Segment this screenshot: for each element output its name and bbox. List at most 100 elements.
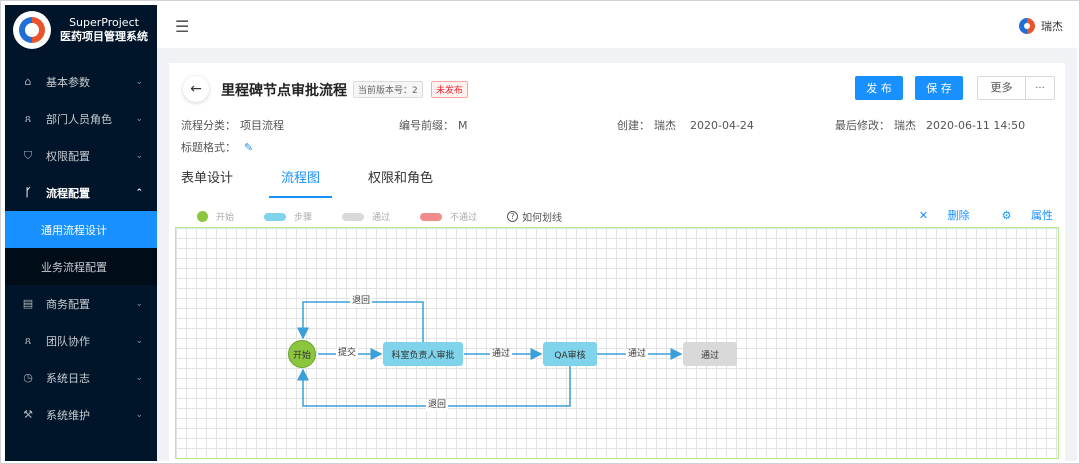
sidebar-item-permissions[interactable]: ⛉ 权限配置 ⌄	[5, 137, 157, 174]
edge-label-pass-2: 通过	[626, 349, 649, 360]
question-icon: ?	[507, 211, 519, 222]
sidebar-item-label: 系统维护	[46, 408, 90, 422]
meta-prefix: 编号前缀： M	[399, 117, 468, 133]
title-format: 标题格式： ✎	[181, 139, 253, 155]
legend-step-label: 步骤	[294, 213, 313, 223]
app-logo-icon	[13, 11, 51, 49]
gear-icon: ⚙	[1001, 209, 1012, 222]
home-icon: ⌂	[24, 75, 32, 88]
editor-tools: ✕ 删除 ⚙ 属性	[887, 207, 1053, 223]
meta-modified-by: 瑞杰	[894, 119, 916, 132]
tab-permissions-roles[interactable]: 权限和角色	[368, 167, 433, 195]
sidebar-menu: ⌂ 基本参数 ⌄ ጸ 部门人员角色 ⌄ ⛉ 权限配置 ⌄ ᚴ 流程配置 ⌃ 通用…	[5, 63, 157, 433]
meta-category-label: 流程分类：	[181, 119, 236, 132]
how-to-draw-link[interactable]: ? 如何划线	[507, 209, 562, 224]
version-badge: 当前版本号：2	[353, 81, 423, 98]
save-button[interactable]: 保 存	[915, 76, 963, 100]
meta-category-value: 项目流程	[240, 119, 284, 132]
sidebar-item-team[interactable]: ጸ 团队协作 ⌄	[5, 322, 157, 359]
sidebar: SuperProject 医药项目管理系统 ⌂ 基本参数 ⌄ ጸ 部门人员角色 …	[5, 5, 157, 461]
tab-flowchart[interactable]: 流程图	[269, 167, 333, 198]
chevron-down-icon: ⌄	[135, 298, 143, 309]
start-swatch	[197, 211, 208, 222]
arrow-left-icon: ←	[190, 81, 202, 97]
meta-prefix-value: M	[458, 119, 468, 132]
legend-start-label: 开始	[216, 213, 235, 223]
flow-node-start[interactable]: 开始	[288, 340, 316, 368]
tab-form-design[interactable]: 表单设计	[181, 167, 233, 195]
meta-modified-label: 最后修改：	[835, 119, 890, 132]
back-button[interactable]: ←	[183, 76, 209, 102]
user-menu[interactable]: 瑞杰	[1019, 18, 1063, 34]
main-content: ← 里程碑节点审批流程 当前版本号：2 未发布 发 布 保 存 更多 ··· 流…	[157, 49, 1077, 461]
menu-fold-icon[interactable]: ☰	[175, 17, 189, 36]
chevron-down-icon: ⌄	[135, 335, 143, 346]
edge-label-submit: 提交	[336, 348, 359, 359]
legend-pass-label: 通过	[372, 213, 391, 223]
sidebar-item-label: 基本参数	[46, 75, 90, 89]
flow-node-pass[interactable]: 通过	[683, 342, 737, 366]
sidebar-item-label: 权限配置	[46, 149, 90, 163]
chevron-down-icon: ⌄	[135, 150, 143, 161]
legend-start: 开始	[197, 210, 234, 223]
step-swatch	[264, 212, 287, 221]
clock-icon: ◷	[23, 371, 33, 384]
edge-label-return-bottom: 退回	[426, 400, 449, 411]
sidebar-item-basic-params[interactable]: ⌂ 基本参数 ⌄	[5, 63, 157, 100]
app-subtitle: 医药项目管理系统	[60, 30, 148, 43]
wrench-icon: ⚒	[23, 408, 33, 421]
sidebar-item-label: 系统日志	[46, 371, 90, 385]
flow-node-qa-review[interactable]: QA审核	[543, 342, 597, 366]
sidebar-item-dept-roles[interactable]: ጸ 部门人员角色 ⌄	[5, 100, 157, 137]
top-header: ☰ 瑞杰	[157, 5, 1077, 49]
document-icon: ▤	[22, 297, 34, 310]
sidebar-item-business-config[interactable]: ▤ 商务配置 ⌄	[5, 285, 157, 322]
user-name: 瑞杰	[1041, 20, 1063, 33]
meta-created-date: 2020-04-24	[690, 119, 754, 132]
flow-editor: 开始 步骤 通过 不通过 ? 如何划线 ✕ 删除 ⚙ 属性 开始 科室负责人审批…	[169, 199, 1065, 461]
page-title: 里程碑节点审批流程	[221, 83, 347, 99]
flow-node-dept-review[interactable]: 科室负责人审批	[383, 342, 463, 366]
chevron-down-icon: ⌄	[135, 372, 143, 383]
more-button[interactable]: 更多	[978, 77, 1026, 99]
brand[interactable]: SuperProject 医药项目管理系统	[5, 5, 157, 55]
reject-swatch	[420, 212, 443, 221]
properties-label: 属性	[1031, 209, 1053, 222]
more-button-group: 更多 ···	[977, 76, 1055, 100]
sidebar-item-system-log[interactable]: ◷ 系统日志 ⌄	[5, 359, 157, 396]
meta-modified: 最后修改： 瑞杰 2020-06-11 14:50	[835, 117, 1025, 133]
team-icon: ጸ	[24, 333, 32, 347]
user-avatar-icon	[1019, 18, 1035, 34]
chevron-down-icon: ⌄	[135, 113, 143, 124]
delete-button[interactable]: ✕ 删除	[903, 207, 970, 223]
meta-category: 流程分类： 项目流程	[181, 117, 284, 133]
sidebar-item-label: 流程配置	[46, 186, 90, 200]
brand-text: SuperProject 医药项目管理系统	[60, 16, 148, 44]
edge-label-pass-1: 通过	[490, 349, 513, 360]
delete-label: 删除	[947, 209, 970, 222]
sidebar-subitem-business-flow-config[interactable]: 业务流程配置	[5, 248, 157, 285]
legend-reject: 不通过	[420, 210, 477, 223]
title-format-label: 标题格式：	[181, 141, 236, 154]
sidebar-item-system-maintenance[interactable]: ⚒ 系统维护 ⌄	[5, 396, 157, 433]
meta-created-label: 创建：	[617, 119, 650, 132]
edge-return-top[interactable]	[297, 301, 424, 342]
publish-button[interactable]: 发 布	[855, 76, 903, 100]
flow-canvas[interactable]: 开始 科室负责人审批 QA审核 通过 提交 通过 通过 退回 退回	[175, 227, 1059, 459]
sidebar-item-label: 商务配置	[46, 297, 90, 311]
how-to-draw-label: 如何划线	[522, 213, 563, 224]
edge-label-return-top: 退回	[350, 296, 373, 307]
shield-icon: ⛉	[23, 148, 33, 162]
meta-prefix-label: 编号前缀：	[399, 119, 454, 132]
status-badge: 未发布	[431, 81, 469, 98]
edit-icon[interactable]: ✎	[244, 141, 253, 154]
legend-pass: 通过	[342, 210, 390, 223]
sidebar-subitem-general-flow-design[interactable]: 通用流程设计	[5, 211, 157, 248]
legend-step: 步骤	[264, 210, 312, 223]
branch-icon: ᚴ	[24, 186, 32, 199]
legend-reject-label: 不通过	[450, 213, 478, 223]
properties-button[interactable]: ⚙ 属性	[986, 207, 1053, 223]
meta-modified-date: 2020-06-11 14:50	[926, 119, 1026, 132]
sidebar-item-flow-config[interactable]: ᚴ 流程配置 ⌃	[5, 174, 157, 211]
more-dots-button[interactable]: ···	[1026, 83, 1054, 94]
